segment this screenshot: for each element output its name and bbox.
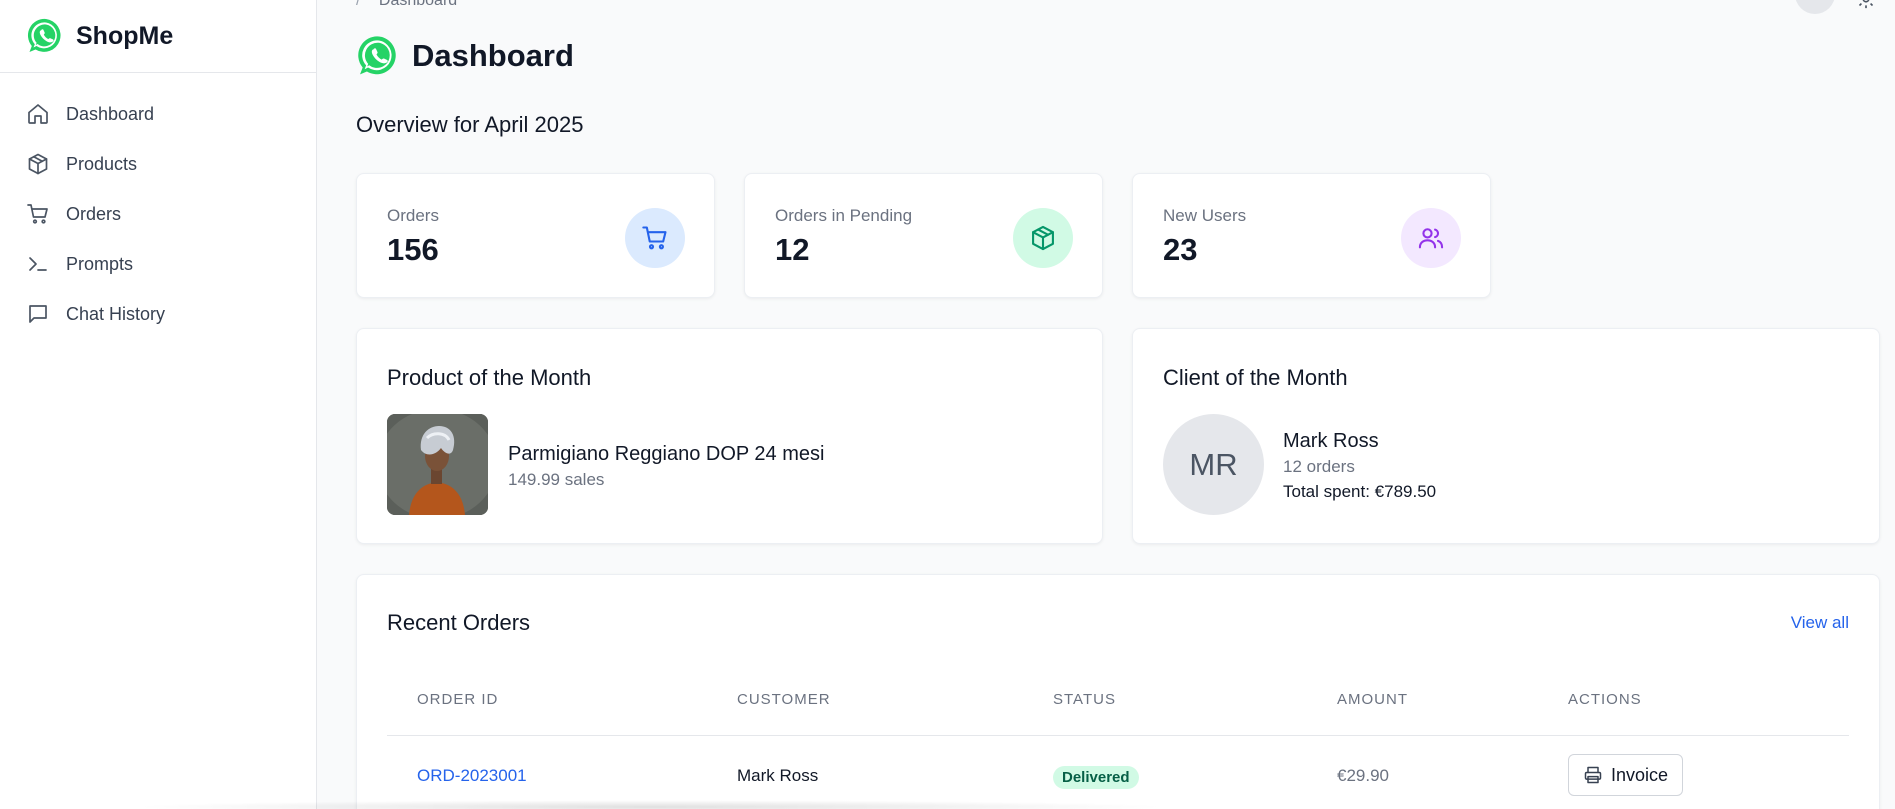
client-name: Mark Ross	[1283, 430, 1379, 452]
stat-label: New Users	[1163, 206, 1247, 225]
stat-card-orders: Orders 156	[356, 173, 715, 298]
bottom-edge-shadow	[130, 800, 1170, 809]
order-id-link[interactable]: ORD-2023001	[417, 766, 527, 786]
sidebar-item-chat-history[interactable]: Chat History	[0, 289, 316, 339]
page-header: Dashboard	[356, 33, 574, 79]
stat-icon-circle	[625, 208, 685, 268]
invoice-button[interactable]: Invoice	[1568, 754, 1684, 796]
stat-card-new-users: New Users 23	[1132, 173, 1491, 298]
stat-icon-circle	[1013, 208, 1073, 268]
sidebar-item-label: Orders	[66, 203, 122, 224]
whatsapp-logo-icon	[27, 18, 61, 52]
sidebar-item-label: Prompts	[66, 253, 134, 274]
breadcrumb-current: Dashboard	[378, 0, 458, 9]
column-header-order-id[interactable]: ORDER ID	[417, 691, 498, 708]
section-title: Recent Orders	[387, 610, 531, 635]
sidebar-item-prompts[interactable]: Prompts	[0, 239, 316, 289]
product-sales: 149.99 sales	[508, 470, 605, 489]
client-avatar: MR	[1163, 414, 1264, 515]
client-total-spent: Total spent: €789.50	[1283, 482, 1437, 501]
cart-icon	[27, 204, 48, 224]
home-icon	[28, 104, 48, 124]
package-icon	[28, 153, 48, 175]
breadcrumb: / Dashboard	[342, 0, 457, 10]
product-name: Parmigiano Reggiano DOP 24 mesi	[508, 443, 825, 465]
table-row[interactable]: ORD-2023001 Mark Ross Delivered €29.90 I…	[387, 737, 1849, 809]
column-header-amount[interactable]: AMOUNT	[1337, 691, 1408, 708]
sidebar-item-label: Dashboard	[66, 103, 155, 124]
stat-value: 156	[387, 232, 439, 267]
user-avatar[interactable]	[1795, 0, 1835, 14]
view-all-link[interactable]: View all	[1791, 613, 1849, 633]
stat-value: 23	[1163, 232, 1198, 267]
column-header-customer[interactable]: CUSTOMER	[737, 691, 831, 708]
table-header: ORDER ID CUSTOMER STATUS AMOUNT ACTIONS	[387, 670, 1849, 736]
breadcrumb-separator: /	[356, 0, 361, 9]
sidebar-item-dashboard[interactable]: Dashboard	[0, 89, 316, 139]
sidebar-nav: Dashboard Products Orders Prompts Chat H…	[0, 73, 316, 339]
order-amount: €29.90	[1337, 766, 1389, 785]
client-of-month-card: Client of the Month MR Mark Ross 12 orde…	[1132, 328, 1880, 544]
section-title: Client of the Month	[1163, 365, 1348, 390]
page-title: Dashboard	[412, 38, 574, 73]
terminal-icon	[29, 257, 47, 271]
users-icon	[1418, 228, 1444, 249]
cart-icon	[642, 226, 667, 250]
app-name: ShopMe	[76, 21, 174, 50]
section-title: Product of the Month	[387, 365, 592, 390]
sidebar: ShopMe Dashboard Products Orders Prompts…	[0, 0, 317, 809]
package-icon	[1032, 225, 1054, 251]
whatsapp-logo-icon	[358, 36, 396, 75]
stat-value: 12	[775, 232, 810, 267]
brand[interactable]: ShopMe	[0, 0, 316, 73]
product-photo	[387, 414, 488, 515]
printer-icon	[1584, 766, 1602, 784]
stat-icon-circle	[1401, 208, 1461, 268]
product-image[interactable]	[387, 414, 488, 515]
customer-name: Mark Ross	[737, 766, 819, 785]
stat-label: Orders in Pending	[775, 206, 913, 225]
stat-label: Orders	[387, 206, 439, 225]
column-header-actions: ACTIONS	[1568, 691, 1642, 708]
sidebar-item-orders[interactable]: Orders	[0, 189, 316, 239]
sidebar-item-label: Chat History	[66, 303, 166, 324]
column-header-status[interactable]: STATUS	[1053, 691, 1116, 708]
sidebar-item-products[interactable]: Products	[0, 139, 316, 189]
stat-card-pending: Orders in Pending 12	[744, 173, 1103, 298]
main-content: / Dashboard Dashboard Overview for April…	[318, 0, 1895, 809]
client-orders: 12 orders	[1283, 457, 1355, 476]
sidebar-item-label: Products	[66, 153, 138, 174]
recent-orders-card: Recent Orders View all ORDER ID CUSTOMER…	[356, 574, 1880, 809]
overview-heading: Overview for April 2025	[356, 112, 584, 137]
invoice-label: Invoice	[1611, 764, 1669, 785]
product-of-month-card: Product of the Month Parmigiano Reggiano…	[356, 328, 1103, 544]
chat-icon	[29, 305, 47, 323]
status-badge: Delivered	[1053, 766, 1139, 789]
gear-icon[interactable]	[1855, 0, 1877, 10]
